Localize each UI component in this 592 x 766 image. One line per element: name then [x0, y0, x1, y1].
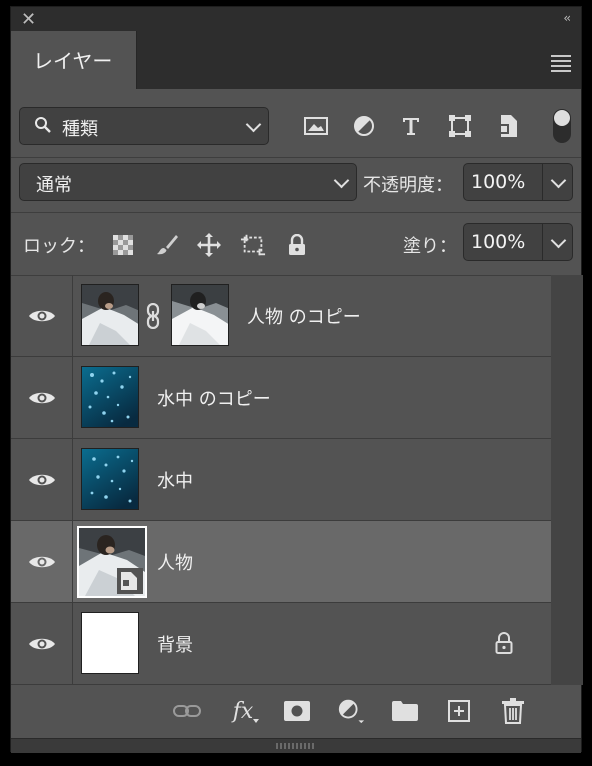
layers-scrollbar[interactable]: [551, 275, 583, 685]
lock-transparent-pixels-icon[interactable]: [110, 232, 136, 258]
chain-link-icon[interactable]: [145, 302, 161, 333]
new-group-icon[interactable]: [391, 697, 419, 725]
layers-panel: ✕ ‹‹ レイヤー 種類 通常 不透明度： 100% ロック： 塗り： 100%…: [10, 6, 583, 753]
layer-thumbnail[interactable]: [81, 366, 139, 428]
layer-row[interactable]: 水中 のコピー: [11, 357, 551, 439]
layer-thumbnail[interactable]: [81, 612, 139, 674]
layer-thumbnail[interactable]: [81, 284, 139, 346]
chevron-down-icon: [245, 116, 262, 133]
chevron-down-icon: [333, 172, 350, 189]
eye-icon: [29, 310, 55, 322]
panel-title-bar: ✕ ‹‹: [11, 7, 581, 31]
lock-label: ロック：: [23, 236, 95, 257]
opacity-value: 100%: [471, 171, 526, 193]
layer-thumbnail[interactable]: [77, 526, 147, 598]
filter-row: 種類: [11, 89, 581, 158]
visibility-toggle[interactable]: [11, 603, 73, 685]
lock-position-icon[interactable]: [196, 232, 222, 258]
lock-row: ロック： 塗り： 100%: [11, 212, 581, 276]
layer-lock-icon[interactable]: [495, 632, 513, 658]
shape-filter-icon[interactable]: [447, 113, 473, 139]
layer-name[interactable]: 背景: [157, 631, 193, 657]
lock-artboard-icon[interactable]: [240, 232, 266, 258]
visibility-toggle[interactable]: [11, 521, 73, 603]
resize-grip[interactable]: [11, 738, 581, 753]
new-adjustment-icon[interactable]: [337, 697, 365, 725]
adjustment-filter-icon[interactable]: [351, 113, 377, 139]
layer-row[interactable]: 水中: [11, 439, 551, 521]
blend-mode-value: 通常: [36, 175, 72, 196]
layer-thumbnail[interactable]: [81, 448, 139, 510]
eye-icon: [29, 474, 55, 486]
trash-icon[interactable]: [499, 697, 527, 725]
hamburger-menu-icon[interactable]: [551, 55, 571, 75]
filter-kind-select[interactable]: 種類: [19, 107, 269, 145]
chevron-down-icon[interactable]: [550, 232, 567, 249]
eye-icon: [29, 556, 55, 568]
new-layer-icon[interactable]: [445, 697, 473, 725]
layers-list: 人物 のコピー 水中 のコピー 水中 人物 背景: [11, 275, 551, 685]
tab-row: レイヤー: [11, 31, 581, 89]
layer-name[interactable]: 人物: [157, 549, 193, 575]
opacity-label: 不透明度：: [363, 175, 453, 196]
lock-all-icon[interactable]: [284, 232, 310, 258]
tab-layers[interactable]: レイヤー: [11, 31, 137, 89]
tab-layers-label: レイヤー: [33, 49, 113, 73]
visibility-toggle[interactable]: [11, 439, 73, 521]
layer-name[interactable]: 人物 のコピー: [247, 303, 361, 329]
fx-label: fx: [232, 698, 254, 724]
link-layers-icon[interactable]: [173, 697, 201, 725]
close-icon[interactable]: ✕: [21, 9, 36, 30]
type-filter-icon[interactable]: [398, 113, 424, 139]
panel-content: 種類 通常 不透明度： 100% ロック： 塗り： 100% 人物 のコピー 水…: [11, 89, 583, 753]
layer-name[interactable]: 水中: [157, 467, 193, 493]
fill-value: 100%: [471, 231, 526, 253]
add-mask-icon[interactable]: [283, 697, 311, 725]
eye-icon: [29, 638, 55, 650]
blend-row: 通常 不透明度： 100%: [11, 157, 581, 213]
lock-image-pixels-icon[interactable]: [154, 232, 180, 258]
layer-name[interactable]: 水中 のコピー: [157, 385, 271, 411]
opacity-input[interactable]: 100%: [463, 163, 573, 201]
filter-kind-label: 種類: [62, 119, 98, 140]
visibility-toggle[interactable]: [11, 357, 73, 439]
fill-input[interactable]: 100%: [463, 223, 573, 261]
blend-mode-select[interactable]: 通常: [19, 163, 357, 201]
search-icon: [34, 116, 52, 139]
eye-icon: [29, 392, 55, 404]
layer-row[interactable]: 人物 のコピー: [11, 275, 551, 357]
image-filter-icon[interactable]: [303, 113, 329, 139]
smart-object-filter-icon[interactable]: [495, 113, 521, 139]
layer-row-selected[interactable]: 人物: [11, 521, 551, 603]
layer-row[interactable]: 背景: [11, 603, 551, 685]
filter-toggle[interactable]: [553, 109, 571, 143]
fx-icon[interactable]: fx: [229, 697, 259, 725]
visibility-toggle[interactable]: [11, 275, 73, 357]
layer-mask-thumbnail[interactable]: [171, 284, 229, 346]
fill-label: 塗り：: [403, 236, 457, 257]
double-chevron-icon[interactable]: ‹‹: [563, 11, 570, 25]
chevron-down-icon[interactable]: [550, 172, 567, 189]
panel-footer: fx: [11, 685, 581, 737]
